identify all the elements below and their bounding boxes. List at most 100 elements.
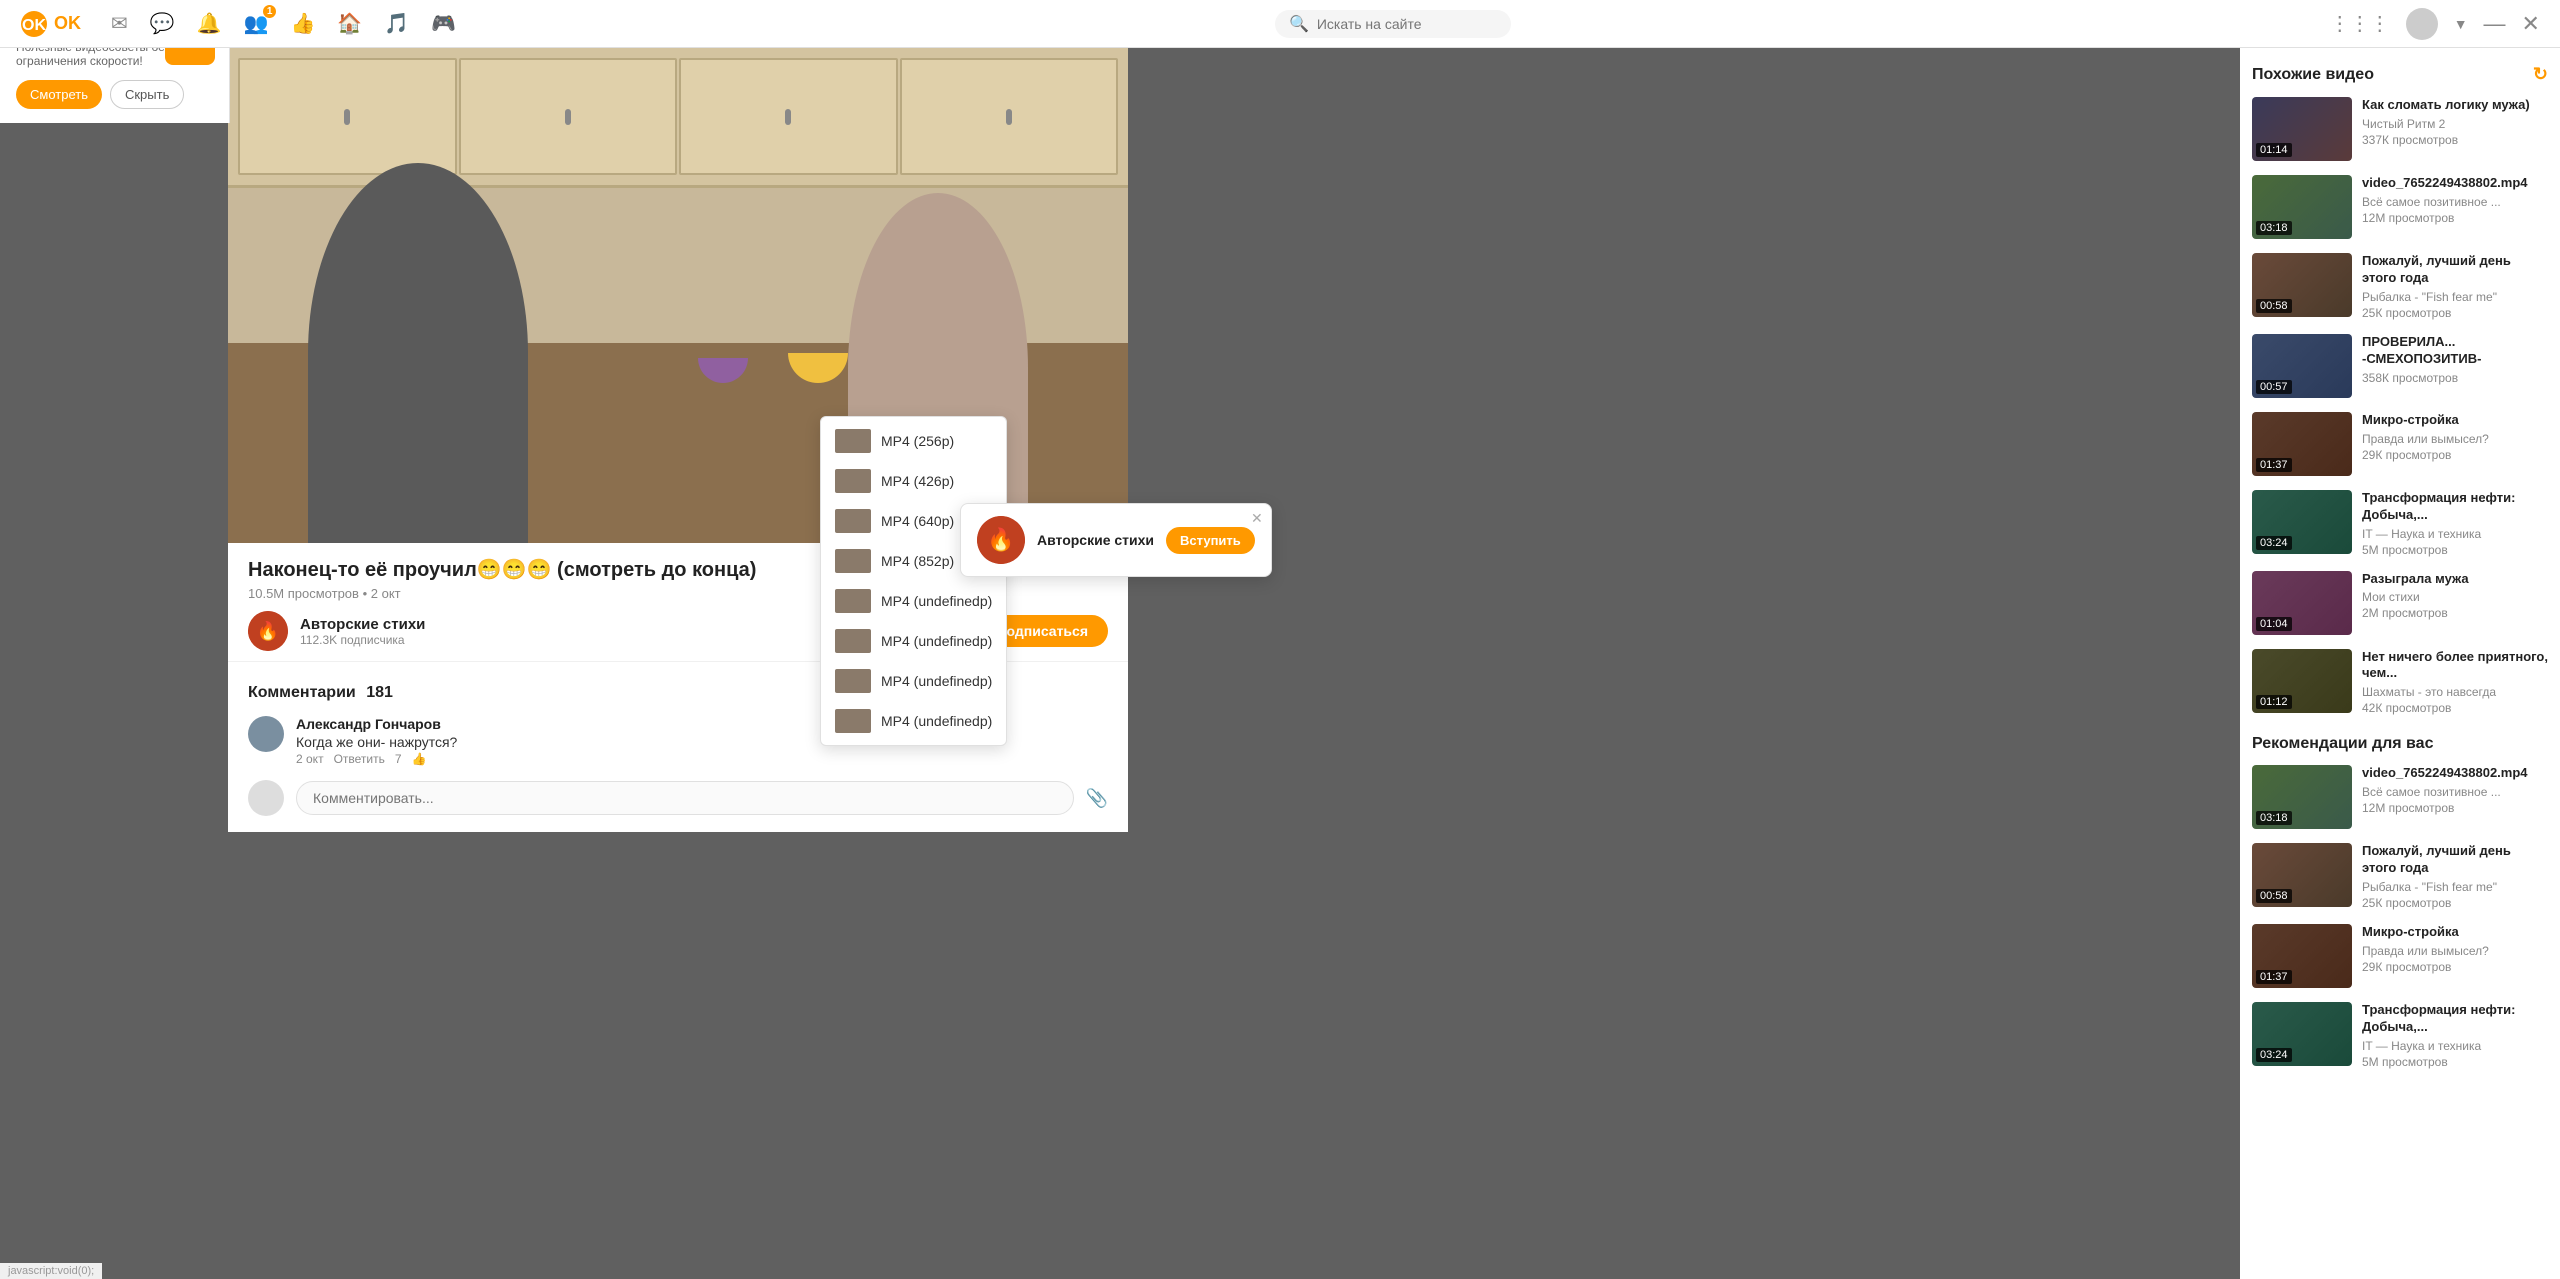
download-thumb-undef3 <box>835 669 871 693</box>
video-thumb-4: 00:57 <box>2252 334 2352 398</box>
comment-like-count: 7 <box>395 752 402 766</box>
friends-badge: 1 <box>263 5 277 18</box>
music-icon[interactable]: 🎵 <box>384 11 409 36</box>
view-count: 10.5М просмотров <box>248 586 359 601</box>
duration-5: 01:37 <box>2256 458 2292 472</box>
download-option-426[interactable]: MP4 (426p) <box>821 461 1006 501</box>
popup-close-button[interactable]: ✕ <box>1251 510 1263 527</box>
minimize-button[interactable]: — <box>2484 11 2506 37</box>
games-icon[interactable]: 🎮 <box>431 11 456 36</box>
download-option-undef3[interactable]: MP4 (undefinedp) <box>821 661 1006 701</box>
rec-card-4[interactable]: 03:24 Трансформация нефти: Добыча,... IT… <box>2252 1002 2548 1069</box>
download-thumb-640 <box>835 509 871 533</box>
author-avatar[interactable]: 🔥 <box>248 611 288 651</box>
channel-3: Рыбалка - "Fish fear me" <box>2362 290 2548 304</box>
close-button[interactable]: ✕ <box>2522 11 2540 37</box>
duration-8: 01:12 <box>2256 695 2292 709</box>
download-option-undef1[interactable]: MP4 (undefinedp) <box>821 581 1006 621</box>
rec-duration-3: 01:37 <box>2256 970 2292 984</box>
rec-card-3[interactable]: 01:37 Микро-стройка Правда или вымысел? … <box>2252 924 2548 988</box>
quality-undef4: MP4 (undefinedp) <box>881 713 992 729</box>
video-thumb-3: 00:58 <box>2252 253 2352 317</box>
right-sidebar: Похожие видео ↻ 01:14 Как сломать логику… <box>2240 48 2560 1279</box>
rec-channel-2: Рыбалка - "Fish fear me" <box>2362 880 2548 894</box>
video-card-1[interactable]: 01:14 Как сломать логику мужа) Чистый Ри… <box>2252 97 2548 161</box>
video-card-3[interactable]: 00:58 Пожалуй, лучший день этого года Ры… <box>2252 253 2548 320</box>
views-7: 2М просмотров <box>2362 606 2548 620</box>
rec-views-1: 12М просмотров <box>2362 801 2548 815</box>
comment-like-icon[interactable]: 👍 <box>412 752 427 766</box>
friends-icon[interactable]: 👥1 <box>244 11 269 36</box>
video-card-info-8: Нет ничего более приятного, чем... Шахма… <box>2362 649 2548 716</box>
messages-icon[interactable]: ✉ <box>111 11 128 36</box>
quality-256: MP4 (256p) <box>881 433 954 449</box>
comment-input[interactable] <box>296 781 1074 815</box>
rec-card-2[interactable]: 00:58 Пожалуй, лучший день этого года Ры… <box>2252 843 2548 910</box>
video-card-info-2: video_7652249438802.mp4 Всё самое позити… <box>2362 175 2548 239</box>
channel-popup-info: Авторские стихи <box>1037 532 1154 548</box>
video-card-4[interactable]: 00:57 ПРОВЕРИЛА... -СМЕХОПОЗИТИВ- 358К п… <box>2252 334 2548 398</box>
rec-channel-1: Всё самое позитивное ... <box>2362 785 2548 799</box>
notification-hide-button[interactable]: Скрыть <box>110 80 184 109</box>
rec-duration-4: 03:24 <box>2256 1048 2292 1062</box>
ok-logo[interactable]: OK OK <box>20 10 81 38</box>
rec-views-4: 5М просмотров <box>2362 1055 2548 1069</box>
chat-icon[interactable]: 💬 <box>150 11 175 36</box>
video-card-info-3: Пожалуй, лучший день этого года Рыбалка … <box>2362 253 2548 320</box>
download-option-256[interactable]: MP4 (256p) <box>821 421 1006 461</box>
duration-7: 01:04 <box>2256 617 2292 631</box>
video-title-8: Нет ничего более приятного, чем... <box>2362 649 2548 683</box>
svg-text:🔥: 🔥 <box>987 527 1014 552</box>
rec-info-2: Пожалуй, лучший день этого года Рыбалка … <box>2362 843 2548 910</box>
rec-views-2: 25К просмотров <box>2362 896 2548 910</box>
views-3: 25К просмотров <box>2362 306 2548 320</box>
video-title-7: Разыграла мужа <box>2362 571 2548 588</box>
video-title-4: ПРОВЕРИЛА... -СМЕХОПОЗИТИВ- <box>2362 334 2548 368</box>
download-option-undef2[interactable]: MP4 (undefinedp) <box>821 621 1006 661</box>
svg-text:OK: OK <box>22 17 46 34</box>
download-option-undef4[interactable]: MP4 (undefinedp) <box>821 701 1006 741</box>
separator: • <box>363 586 371 601</box>
topbar-icons: ✉ 💬 🔔 👥1 👍 🏠 🎵 🎮 <box>111 11 456 36</box>
comment-reply[interactable]: Ответить <box>334 752 385 766</box>
duration-6: 03:24 <box>2256 536 2292 550</box>
video-card-8[interactable]: 01:12 Нет ничего более приятного, чем...… <box>2252 649 2548 716</box>
download-thumb-undef1 <box>835 589 871 613</box>
chevron-down-icon[interactable]: ▼ <box>2454 16 2468 32</box>
video-card-7[interactable]: 01:04 Разыграла мужа Мои стихи 2М просмо… <box>2252 571 2548 635</box>
logo-text: OK <box>54 13 81 34</box>
video-card-info-5: Микро-стройка Правда или вымысел? 29К пр… <box>2362 412 2548 476</box>
notification-watch-button[interactable]: Смотреть <box>16 80 102 109</box>
notifications-icon[interactable]: 🔔 <box>197 11 222 36</box>
groups-icon[interactable]: 🏠 <box>337 11 362 36</box>
rec-channel-3: Правда или вымысел? <box>2362 944 2548 958</box>
video-card-2[interactable]: 03:18 video_7652249438802.mp4 Всё самое … <box>2252 175 2548 239</box>
views-6: 5М просмотров <box>2362 543 2548 557</box>
rec-card-1[interactable]: 03:18 video_7652249438802.mp4 Всё самое … <box>2252 765 2548 829</box>
video-card-info-1: Как сломать логику мужа) Чистый Ритм 2 3… <box>2362 97 2548 161</box>
search-area[interactable]: 🔍 <box>1275 10 1511 38</box>
topbar: OK OK ✉ 💬 🔔 👥1 👍 🏠 🎵 🎮 🔍 ⋮⋮⋮ ▼ — ✕ <box>0 0 2560 48</box>
grid-icon[interactable]: ⋮⋮⋮ <box>2330 11 2390 36</box>
rec-duration-2: 00:58 <box>2256 889 2292 903</box>
channel-1: Чистый Ритм 2 <box>2362 117 2548 131</box>
video-card-info-6: Трансформация нефти: Добыча,... IT — Нау… <box>2362 490 2548 557</box>
rec-thumb-3: 01:37 <box>2252 924 2352 988</box>
like-icon[interactable]: 👍 <box>290 11 315 36</box>
duration-2: 03:18 <box>2256 221 2292 235</box>
video-thumb-5: 01:37 <box>2252 412 2352 476</box>
channel-popup-avatar[interactable]: 🔥 <box>977 516 1025 564</box>
attach-icon[interactable]: 📎 <box>1086 788 1108 809</box>
search-input[interactable] <box>1317 16 1497 32</box>
rec-thumb-1: 03:18 <box>2252 765 2352 829</box>
user-avatar[interactable] <box>2406 8 2438 40</box>
channel-join-button[interactable]: Вступить <box>1166 527 1255 554</box>
quality-852: MP4 (852p) <box>881 553 954 569</box>
channel-popup: 🔥 Авторские стихи Вступить ✕ <box>960 503 1272 577</box>
refresh-icon[interactable]: ↻ <box>2533 64 2548 85</box>
download-thumb-426 <box>835 469 871 493</box>
rec-info-1: video_7652249438802.mp4 Всё самое позити… <box>2362 765 2548 829</box>
video-card-6[interactable]: 03:24 Трансформация нефти: Добыча,... IT… <box>2252 490 2548 557</box>
topbar-right: ⋮⋮⋮ ▼ — ✕ <box>2330 8 2540 40</box>
video-card-5[interactable]: 01:37 Микро-стройка Правда или вымысел? … <box>2252 412 2548 476</box>
